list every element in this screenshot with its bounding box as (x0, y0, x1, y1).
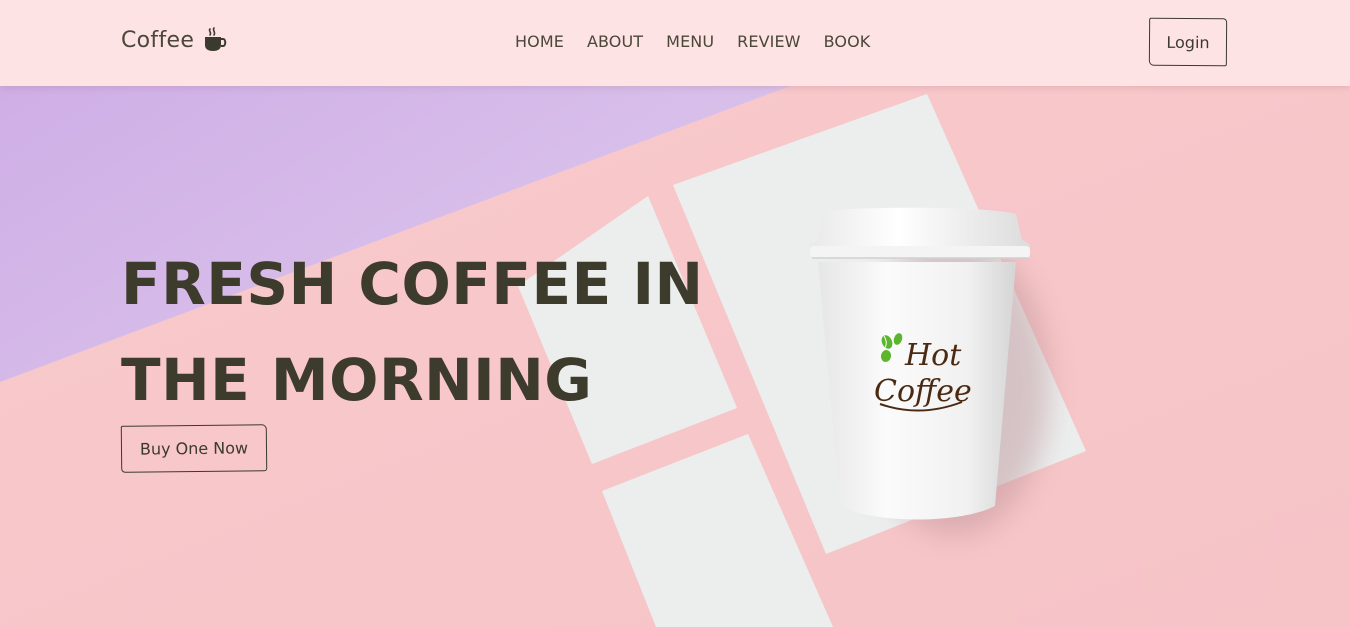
login-button[interactable]: Login (1148, 17, 1228, 67)
main-nav: HOME ABOUT MENU REVIEW BOOK (515, 32, 870, 51)
hero-title-line2: THE MORNING (121, 346, 593, 414)
hero-section: Hot Coffee FRESH COFFEE IN THE MORNING B… (0, 86, 1350, 627)
hero-title: FRESH COFFEE IN THE MORNING (121, 236, 721, 428)
nav-review[interactable]: REVIEW (737, 32, 800, 51)
cup-brand-line1: Hot (904, 338, 962, 373)
site-header: Coffee HOME ABOUT MENU REVIEW BOOK Login (0, 0, 1350, 86)
hero-title-line1: FRESH COFFEE IN (121, 250, 704, 318)
nav-menu[interactable]: MENU (666, 32, 714, 51)
buy-one-now-button[interactable]: Buy One Now (120, 424, 268, 473)
nav-about[interactable]: ABOUT (587, 32, 643, 51)
coffee-cup-icon (202, 27, 228, 53)
logo-text: Coffee (121, 27, 195, 53)
nav-book[interactable]: BOOK (824, 32, 871, 51)
nav-home[interactable]: HOME (515, 32, 564, 51)
logo-link[interactable]: Coffee (121, 27, 228, 53)
